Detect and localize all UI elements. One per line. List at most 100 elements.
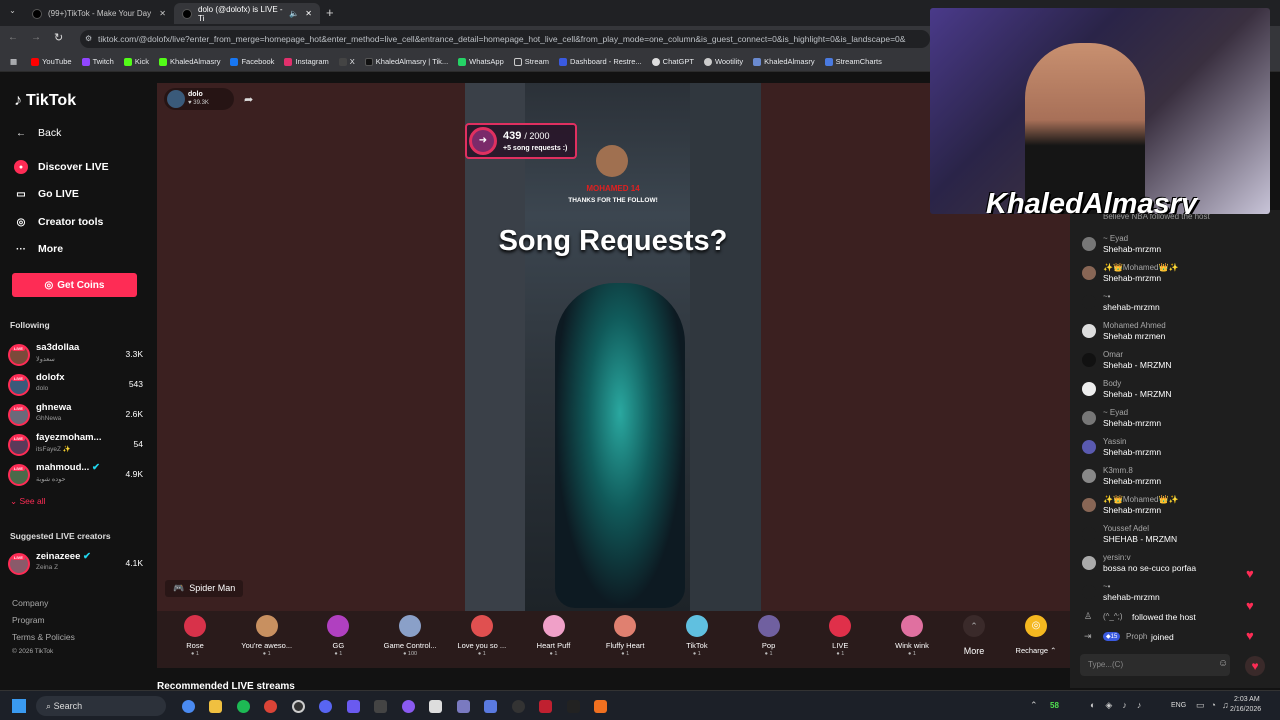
app-icon[interactable] [567, 700, 580, 713]
footer-program[interactable]: Program [12, 615, 45, 625]
bookmark-youtube[interactable]: YouTube [31, 57, 72, 66]
bookmark-khaledalmasry[interactable]: KhaledAlmasry [159, 57, 220, 66]
avatar[interactable] [1082, 556, 1096, 570]
gift-item[interactable]: GG ● 1 [303, 615, 373, 657]
app-grid-icon[interactable] [347, 700, 360, 713]
avatar[interactable] [1082, 498, 1096, 512]
more-gifts-button[interactable]: ⌃ More [939, 615, 1009, 656]
nav-creator-tools[interactable]: ◎ Creator tools [14, 215, 104, 229]
avatar[interactable] [1082, 295, 1096, 309]
taskbar-search[interactable]: ⌕ Search [36, 696, 166, 716]
discord-icon[interactable] [319, 700, 332, 713]
bookmark-khaledalmasry-2[interactable]: KhaledAlmasry [753, 57, 815, 66]
controller-icon[interactable] [457, 700, 470, 713]
following-item[interactable]: LIVE sa3dollaa سعدولا 3.3K [8, 342, 143, 368]
copilot-icon[interactable] [182, 700, 195, 713]
share-icon[interactable]: ➦ [244, 93, 253, 106]
bookmark-chatgpt[interactable]: ChatGPT [651, 57, 694, 66]
avatar[interactable] [1082, 237, 1096, 251]
suggested-creator-item[interactable]: LIVE zeinazeee ✔ Zeina Z 4.1K [8, 551, 143, 577]
chat-username[interactable]: ~• [1103, 582, 1110, 591]
app-icon[interactable] [512, 700, 525, 713]
avatar[interactable] [1082, 527, 1096, 541]
avatar[interactable] [1082, 266, 1096, 280]
chat-username[interactable]: ✨👑Mohamed👑✨ [1103, 263, 1178, 272]
app-icon[interactable] [539, 700, 552, 713]
browser-tab-live[interactable]: dolo (@dolofx) is LIVE - Ti 🔈 ✕ [174, 3, 320, 24]
gift-item[interactable]: Pop ● 1 [734, 615, 804, 657]
speaker-icon[interactable]: 🔈 [289, 9, 299, 18]
app-icon[interactable] [484, 700, 497, 713]
chat-username[interactable]: Yassin [1103, 437, 1126, 446]
chat-username[interactable]: Body [1103, 379, 1121, 388]
tab-search-button[interactable]: ⌄ [6, 6, 19, 19]
bookmark-instagram[interactable]: Instagram [284, 57, 329, 66]
gift-item[interactable]: LIVE ● 1 [805, 615, 875, 657]
avatar[interactable] [1082, 440, 1096, 454]
bookmark-x[interactable]: X [338, 57, 355, 66]
new-tab-button[interactable]: + [326, 5, 334, 20]
gift-item[interactable]: Love you so ... ● 1 [447, 615, 517, 657]
chat-username[interactable]: ✨👑Mohamed👑✨ [1103, 495, 1178, 504]
bookmark-stream[interactable]: Stream [513, 57, 549, 66]
nav-discover-live[interactable]: ● Discover LIVE [14, 160, 109, 174]
chevron-up-icon[interactable]: ⌃ [1030, 700, 1038, 711]
bookmark-streamcharts[interactable]: StreamCharts [824, 57, 882, 66]
chrome-icon[interactable] [264, 700, 277, 713]
obs-icon[interactable] [292, 700, 305, 713]
close-icon[interactable]: ✕ [159, 9, 166, 18]
site-info-icon[interactable]: ⚙ [85, 30, 92, 48]
spotify-icon[interactable] [237, 700, 250, 713]
avatar[interactable] [1082, 585, 1096, 599]
terminal-icon[interactable] [374, 700, 387, 713]
avatar[interactable] [1082, 353, 1096, 367]
following-item[interactable]: LIVE dolofx dolo 543 [8, 372, 143, 398]
bookmark-tiktok[interactable]: KhaledAlmasry | Tik... [364, 57, 448, 66]
chat-username[interactable]: Youssef Adel [1103, 524, 1149, 533]
gift-item[interactable]: Game Control... ● 100 [375, 615, 445, 657]
app-icon[interactable] [429, 700, 442, 713]
gift-item[interactable]: Heart Puff ● 1 [519, 615, 589, 657]
tray-icons[interactable]: ◐◈♪♪ [1090, 700, 1151, 711]
browser-tab-tiktok[interactable]: (99+)TikTok - Make Your Day ✕ [24, 3, 174, 24]
chat-username[interactable]: ~ Eyad [1103, 408, 1128, 417]
bookmark-twitch[interactable]: Twitch [81, 57, 114, 66]
bookmark-restream[interactable]: Dashboard - Restre... [558, 57, 642, 66]
chat-username[interactable]: yersin:v [1103, 553, 1131, 562]
avatar[interactable] [1082, 411, 1096, 425]
host-info[interactable]: dolo ♥ 39.3K [164, 88, 234, 110]
apps-icon[interactable]: ▦ [10, 57, 17, 66]
system-tray-icons[interactable]: ▭◔♫ [1196, 700, 1235, 711]
url-field[interactable]: ⚙ tiktok.com/@dolofx/live?enter_from_mer… [80, 30, 930, 48]
clock-date[interactable]: 2/16/2026 [1230, 706, 1261, 713]
footer-terms[interactable]: Terms & Policies [12, 632, 75, 642]
language-indicator[interactable]: ENG [1171, 702, 1186, 709]
forward-icon[interactable]: → [31, 32, 41, 43]
game-tag[interactable]: 🎮 Spider Man [165, 580, 244, 597]
bookmark-kick[interactable]: Kick [123, 57, 149, 66]
windows-start-icon[interactable] [12, 699, 26, 713]
chat-username[interactable]: Mohamed Ahmed [1103, 321, 1166, 330]
bookmark-facebook[interactable]: Facebook [230, 57, 274, 66]
live-video[interactable]: ➜ 439 / 2000 +5 song requests :) MOHAMED… [465, 83, 761, 611]
gift-item[interactable]: Fluffy Heart ● 1 [590, 615, 660, 657]
nav-back[interactable]: ← Back [14, 126, 61, 140]
following-item[interactable]: LIVE fayezmoham... itsFayeZ ✨ 54 [8, 432, 143, 458]
footer-company[interactable]: Company [12, 598, 48, 608]
app-icon[interactable] [402, 700, 415, 713]
nav-go-live[interactable]: ▭ Go LIVE [14, 187, 79, 201]
gift-item[interactable]: You're aweso... ● 1 [232, 615, 302, 657]
app-icon[interactable] [594, 700, 607, 713]
following-item[interactable]: LIVE mahmoud... ✔ حوده شوبة 4.9K [8, 462, 143, 488]
gift-item[interactable]: TikTok ● 1 [662, 615, 732, 657]
chat-username[interactable]: ~ Eyad [1103, 234, 1128, 243]
clock-time[interactable]: 2:03 AM [1234, 696, 1260, 703]
chat-username[interactable]: K3mm.8 [1103, 466, 1133, 475]
avatar[interactable] [1082, 324, 1096, 338]
avatar[interactable] [1082, 382, 1096, 396]
tiktok-logo[interactable]: ♪ TikTok [14, 92, 76, 110]
chat-input[interactable]: Type...(C) ☺ [1080, 654, 1230, 676]
chat-username[interactable]: ~• [1103, 292, 1110, 301]
close-icon[interactable]: ✕ [305, 9, 312, 18]
reload-icon[interactable]: ↻ [54, 31, 63, 44]
